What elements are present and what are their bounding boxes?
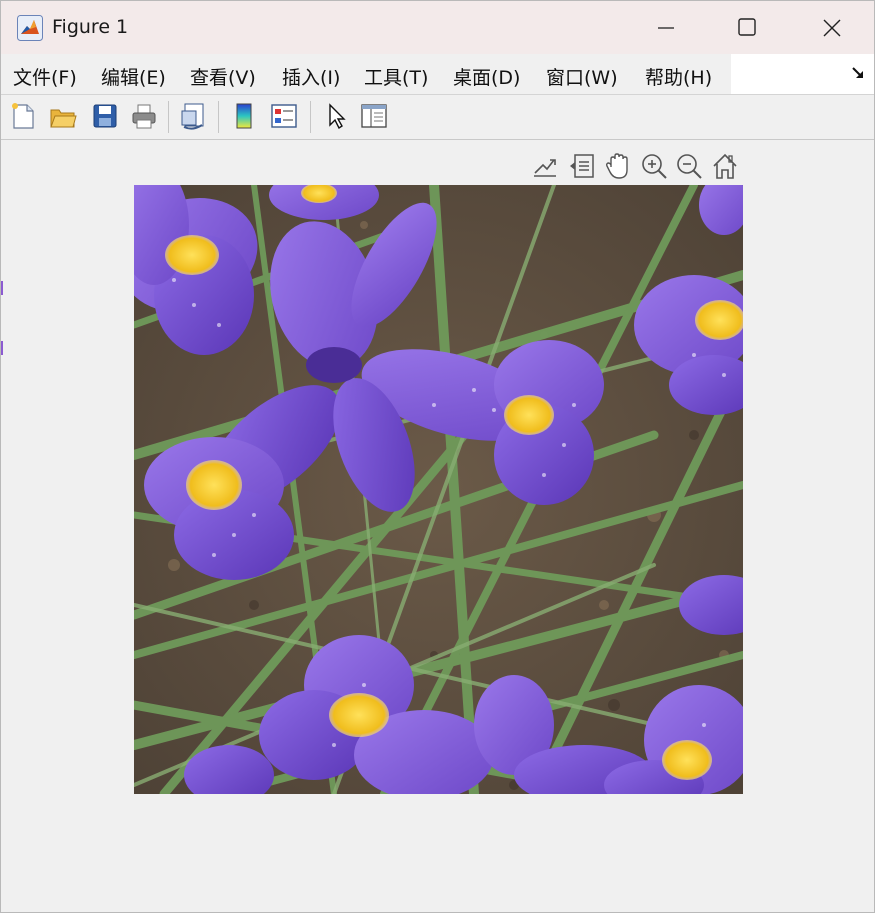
- menu-bar-items: 文件(F) 编辑(E) 查看(V) 插入(I) 工具(T) 桌面(D) 窗口(W…: [1, 54, 731, 94]
- link-plot-icon: [181, 103, 204, 130]
- legend-icon: [271, 104, 297, 128]
- title-bar[interactable]: Figure 1: [1, 1, 874, 54]
- link-plot-button[interactable]: [178, 101, 208, 131]
- save-button[interactable]: [90, 101, 120, 131]
- pan-icon: [605, 153, 628, 179]
- toolbar-separator: [218, 101, 219, 133]
- property-inspector-icon: [361, 104, 387, 128]
- new-figure-button[interactable]: [8, 101, 38, 131]
- menu-tools[interactable]: 工具(T): [364, 63, 428, 90]
- zoom-out-button[interactable]: [674, 151, 704, 181]
- new-figure-icon: [12, 103, 34, 129]
- close-button[interactable]: [802, 1, 862, 54]
- zoom-in-icon: [642, 154, 667, 179]
- menu-edit[interactable]: 编辑(E): [101, 63, 166, 90]
- menu-desktop[interactable]: 桌面(D): [453, 63, 520, 90]
- menu-file[interactable]: 文件(F): [13, 63, 77, 90]
- toolbar-separator: [168, 101, 169, 133]
- legend-button[interactable]: [269, 101, 299, 131]
- edge-mark: [1, 281, 3, 295]
- menu-bar: 文件(F) 编辑(E) 查看(V) 插入(I) 工具(T) 桌面(D) 窗口(W…: [1, 54, 874, 95]
- open-file-button[interactable]: [48, 101, 78, 131]
- export-button[interactable]: [530, 151, 560, 181]
- edit-plot-icon: [329, 103, 346, 130]
- open-file-icon: [50, 109, 77, 128]
- maximize-icon: [738, 18, 756, 36]
- colorbar-icon: [236, 103, 252, 129]
- print-button[interactable]: [129, 101, 159, 131]
- pan-button[interactable]: [603, 151, 633, 181]
- colorbar-button[interactable]: [229, 101, 259, 131]
- zoom-out-icon: [677, 154, 702, 179]
- edit-plot-button[interactable]: [321, 101, 351, 131]
- zoom-in-button[interactable]: [639, 151, 669, 181]
- home-icon: [713, 153, 737, 179]
- maximize-button[interactable]: [718, 1, 778, 54]
- menu-window[interactable]: 窗口(W): [546, 63, 618, 90]
- figure-window: Figure 1 文件(F) 编辑(E) 查看(V) 插入(I) 工具(T) 桌: [0, 0, 875, 913]
- minimize-button[interactable]: [636, 1, 696, 54]
- iris-flower-photo: [134, 185, 743, 794]
- edge-mark: [1, 341, 3, 355]
- menu-view[interactable]: 查看(V): [190, 63, 256, 90]
- matlab-logo-icon: [17, 15, 43, 41]
- minimize-icon: [658, 27, 674, 29]
- property-inspector-button[interactable]: [359, 101, 389, 131]
- close-icon: [823, 19, 841, 37]
- data-tips-button[interactable]: [567, 151, 597, 181]
- save-icon: [93, 104, 117, 128]
- figure-image[interactable]: [134, 185, 743, 794]
- window-title: Figure 1: [52, 16, 129, 38]
- export-icon: [534, 159, 556, 177]
- menu-insert[interactable]: 插入(I): [282, 63, 340, 90]
- print-icon: [132, 104, 156, 129]
- data-tips-icon: [570, 154, 594, 178]
- dock-arrow-icon[interactable]: [849, 64, 867, 82]
- menu-help[interactable]: 帮助(H): [645, 63, 712, 90]
- figure-toolbar: [1, 95, 874, 140]
- home-button[interactable]: [710, 151, 740, 181]
- toolbar-separator: [310, 101, 311, 133]
